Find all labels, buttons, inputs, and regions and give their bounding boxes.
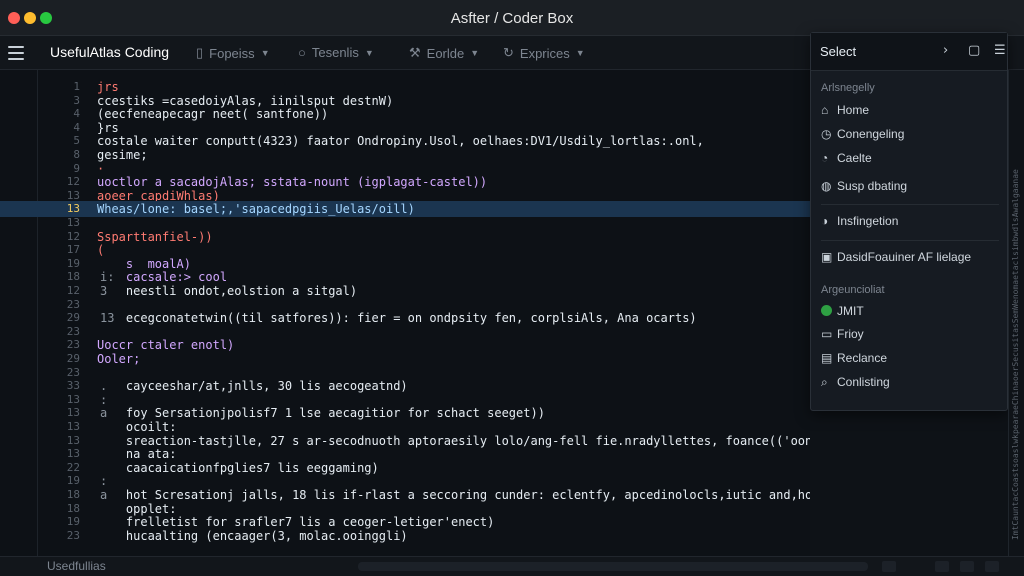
status-green-icon [821, 305, 832, 316]
chevron-down-icon: ▼ [364, 47, 374, 58]
line-number: 23 [66, 528, 80, 542]
panel-item-label: Susp dbating [837, 179, 908, 193]
panel-item-label: JMIT [837, 304, 864, 318]
chevron-down-icon: ▼ [470, 48, 480, 58]
code-editor[interactable]: 1 jrs 3 ccestiks =casedoiyAlas, iinilsput d… [0, 70, 810, 556]
toolbar-menu-0[interactable]: ▯ Fopeiss ▼ [196, 45, 270, 61]
toolbar-menu-label: Fopeiss [209, 45, 255, 61]
panel-item-insfingetion[interactable]: ◑ Insfingetion [821, 210, 999, 232]
magnify-icon: ⌕ [821, 375, 828, 389]
toolbar-menu-1[interactable]: ○ Tesenlis ▼ [298, 45, 374, 60]
panel-divider [821, 240, 999, 241]
chevron-down-icon: ▼ [575, 48, 585, 58]
copy-icon[interactable]: ▢ [968, 43, 980, 58]
panel-divider [821, 204, 999, 205]
document-icon: ▣ [821, 250, 833, 264]
title-bar: Asfter / Coder Box [0, 0, 1024, 36]
toolbar-menu-label: Exprices [519, 45, 570, 61]
panel-item-home[interactable]: ⌂ Home [821, 99, 999, 121]
status-box-icon[interactable] [985, 561, 999, 572]
panel-section-1: Arlsnegelly [821, 82, 875, 94]
hamburger-menu-icon[interactable] [8, 46, 24, 60]
panel-item-label: Insfingetion [837, 214, 899, 228]
search-icon: ○ [298, 45, 306, 60]
status-box-icon[interactable] [935, 561, 949, 572]
panel-section-2: Argeuncioliat [821, 284, 885, 296]
status-box-icon[interactable] [960, 561, 974, 572]
list-icon: ▤ [821, 351, 833, 365]
chevron-right-icon[interactable]: › [943, 43, 948, 58]
status-box-icon[interactable] [882, 561, 896, 572]
toolbar-menu-2[interactable]: ⚒ Eorlde ▼ [409, 45, 479, 61]
panel-item-jmit[interactable]: JMIT [821, 300, 999, 322]
panel-item-label: Conlisting [837, 375, 890, 389]
panel-title: Select [820, 44, 857, 59]
chevron-down-icon: ▼ [260, 48, 270, 58]
app-name: UsefulAtlas Coding [50, 44, 170, 60]
panel-item-susp-dbating[interactable]: ◍ Susp dbating [821, 175, 999, 197]
panel-item-caelte[interactable]: ◔ Caelte [821, 147, 999, 169]
refresh-icon: ↻ [503, 45, 514, 60]
file-icon: ▭ [821, 327, 833, 341]
select-panel: Select › ▢ ☰ Arlsnegelly ⌂ Home ◷ Conengeli… [810, 32, 1008, 411]
right-rail: ImtCauntacCoastsoaslwkpearaeChinaoerSecu… [1008, 70, 1024, 556]
panel-item-label: DasidFoauiner AF lielage [837, 250, 972, 264]
panel-item-frioy[interactable]: ▭ Frioy [821, 323, 999, 345]
panel-item-dasidfoauiner-af-lielage[interactable]: ▣ DasidFoauiner AF lielage [821, 246, 999, 268]
tools-icon: ⚒ [409, 45, 421, 60]
rail-text: ImtCauntacCoastsoaslwkpearaeChinaoerSecu… [1011, 169, 1020, 540]
panel-item-label: Frioy [837, 327, 864, 341]
home-icon: ⌂ [821, 103, 829, 117]
status-bar: Usedfullias [0, 556, 1024, 576]
toolbar-menu-3[interactable]: ↻ Exprices ▼ [503, 45, 585, 61]
code-line[interactable]: 23 hucaalting (encaager(3, molac.ooinggl… [0, 528, 810, 544]
panel-item-label: Caelte [837, 151, 872, 165]
horizontal-scrollbar[interactable] [358, 562, 868, 571]
panel-item-conengeling[interactable]: ◷ Conengeling [821, 123, 999, 145]
chart-icon: ◔ [821, 151, 829, 165]
sync-icon: ◍ [821, 179, 832, 193]
code-text: hucaalting (encaager(3, molac.ooinggli) [97, 528, 408, 543]
panel-item-label: Reclance [837, 351, 888, 365]
clock-icon: ◷ [821, 127, 832, 141]
window-title: Asfter / Coder Box [450, 10, 574, 27]
list-view-icon[interactable]: ☰ [994, 43, 1006, 58]
toolbar-menu-label: Tesenlis [311, 45, 359, 60]
panel-item-reclance[interactable]: ▤ Reclance [821, 347, 999, 369]
toolbar-menu-label: Eorlde [426, 45, 465, 61]
panel-header: Select › ▢ ☰ [811, 33, 1007, 71]
contrast-icon: ◑ [821, 214, 829, 228]
panel-item-label: Home [837, 103, 870, 117]
folder-icon: ▯ [196, 45, 204, 60]
panel-item-label: Conengeling [837, 127, 905, 141]
status-project-name: Usedfullias [47, 559, 106, 573]
panel-item-conlisting[interactable]: ⌕ Conlisting [821, 371, 999, 393]
